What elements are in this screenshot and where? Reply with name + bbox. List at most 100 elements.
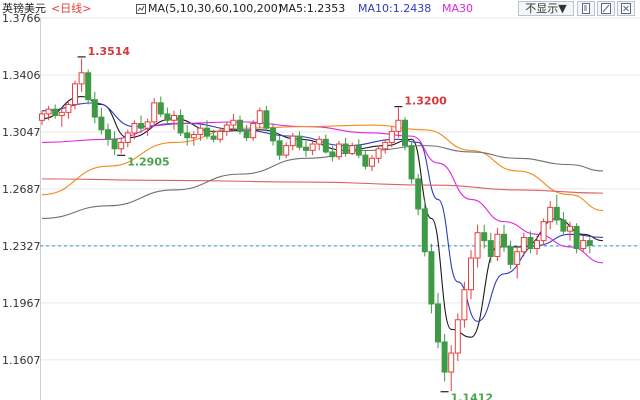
ma10-value: MA10:1.2438 <box>358 2 432 15</box>
close-icon[interactable] <box>617 1 635 16</box>
scale-icon[interactable] <box>597 1 615 16</box>
candle-down <box>296 135 303 148</box>
candle-down <box>98 116 105 131</box>
candle-down <box>303 146 309 151</box>
candle-up <box>58 111 65 117</box>
candle-down <box>362 154 369 167</box>
candle-down <box>501 233 507 248</box>
candle-up <box>395 119 402 132</box>
chart-plot-area: 1.37661.34061.30471.26871.23271.19671.16… <box>2 12 640 400</box>
candle-down <box>553 206 560 221</box>
candle-up <box>547 206 554 223</box>
candle-down <box>415 178 422 210</box>
candle-down <box>91 99 98 118</box>
candle-down <box>507 246 514 265</box>
candle-down <box>487 240 494 257</box>
ma30-value: MA30 <box>442 2 474 15</box>
ma30-line <box>41 121 604 264</box>
candle-down <box>164 113 171 121</box>
candle-up <box>217 130 224 140</box>
candle-up <box>540 221 547 242</box>
candle-down <box>237 119 243 132</box>
candle-down <box>52 108 59 117</box>
candle-down <box>355 145 362 156</box>
candle-up <box>369 157 375 167</box>
candle-down <box>586 240 593 246</box>
candle-up <box>382 141 389 150</box>
ma100-line <box>41 178 604 194</box>
candle-up <box>514 251 521 265</box>
candle-up <box>65 103 72 113</box>
high-label: 1.3200 <box>404 95 447 108</box>
candle-up <box>144 121 151 129</box>
candle-up <box>388 130 395 143</box>
indicator-icon <box>136 0 146 20</box>
candle-down <box>276 140 283 156</box>
candle-down <box>322 138 329 153</box>
candle-up <box>494 233 501 257</box>
candle-down <box>105 129 111 140</box>
candle-up <box>520 236 527 253</box>
candle-up <box>316 138 323 145</box>
candle-up <box>190 134 197 139</box>
candle-down <box>111 138 118 150</box>
candle-up <box>534 240 540 250</box>
candle-down <box>428 251 435 305</box>
candle-down <box>342 143 349 155</box>
candle-up <box>461 289 468 321</box>
y-tick-label: 1.1607 <box>2 354 41 367</box>
candle-down <box>527 236 534 250</box>
candle-down <box>435 303 441 343</box>
candle-up <box>118 141 125 150</box>
candle-up <box>78 72 85 85</box>
candle-down <box>210 135 217 140</box>
candle-down <box>329 151 336 158</box>
candle-up <box>567 225 573 232</box>
candle-up <box>39 113 45 121</box>
candle-up <box>454 319 461 354</box>
candle-down <box>573 225 580 250</box>
candle-up <box>349 145 356 155</box>
candle-down <box>421 208 428 253</box>
candle-down <box>263 110 270 129</box>
low-label: 1.1412 <box>451 392 493 400</box>
candle-up <box>283 145 290 156</box>
candle-up <box>289 135 296 147</box>
indicator-label[interactable]: MA(5,10,30,60,100,200) <box>148 0 282 18</box>
candle-up <box>151 102 158 123</box>
candle-up <box>474 232 481 259</box>
period-selector[interactable]: <日线> <box>51 0 91 18</box>
high-label: 1.3514 <box>88 45 131 58</box>
candlestick-chart: 1.3766 1.3406 1.3047 1.2687 1.2327 1.1967 1.16… <box>0 0 640 400</box>
candle-up <box>468 257 474 291</box>
low-label: 1.2905 <box>127 155 169 168</box>
candle-up <box>223 124 230 132</box>
ma5-value: MA5:1.2353 <box>279 2 346 15</box>
y-tick-label: 1.1967 <box>2 297 41 310</box>
candle-up <box>230 119 237 126</box>
symbol-title: 英镑美元 <box>2 2 46 15</box>
doc-icon[interactable] <box>577 1 595 16</box>
candle-down <box>481 232 488 242</box>
candle-up <box>124 132 131 143</box>
chart-header: 英镑美元 <日线> MA(5,10,30,60,100,200) MA5:1.2… <box>0 0 640 18</box>
y-tick-label: 1.2327 <box>2 240 41 253</box>
candle-up <box>256 110 263 124</box>
candle-up <box>45 108 52 115</box>
display-dropdown[interactable]: 不显示▼ <box>518 1 574 16</box>
candle-down <box>177 115 184 134</box>
candle-up <box>448 352 455 373</box>
candle-down <box>85 72 92 101</box>
candle-up <box>197 127 204 136</box>
y-tick-label: 1.2687 <box>2 183 41 196</box>
candle-up <box>250 122 257 139</box>
candle-down <box>157 102 164 115</box>
candle-down <box>138 122 144 129</box>
candle-down <box>402 119 408 147</box>
candle-down <box>408 145 415 180</box>
candle-up <box>375 148 382 159</box>
candle-down <box>184 132 191 139</box>
candle-down <box>560 219 567 232</box>
candle-down <box>441 341 448 373</box>
candle-down <box>270 127 276 142</box>
